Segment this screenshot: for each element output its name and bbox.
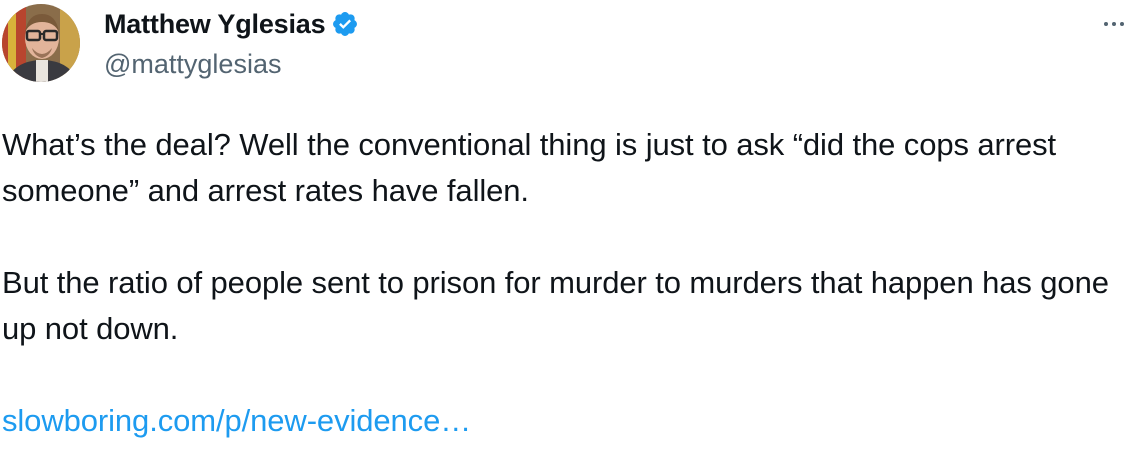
- link-paragraph: slowboring.com/p/new-evidence…: [2, 398, 1132, 444]
- avatar[interactable]: [2, 4, 80, 82]
- author-block: Matthew Yglesias @mattyglesias: [104, 6, 359, 80]
- tweet-card: Matthew Yglesias @mattyglesias What’s th…: [0, 0, 1144, 464]
- name-row: Matthew Yglesias: [104, 6, 359, 42]
- avatar-image: [2, 4, 80, 82]
- tweet-text: What’s the deal? Well the conventional t…: [2, 122, 1132, 444]
- dot: [1104, 22, 1108, 26]
- verified-badge-icon: [331, 10, 359, 38]
- dot: [1112, 22, 1116, 26]
- tweet-link[interactable]: slowboring.com/p/new-evidence…: [2, 403, 471, 438]
- tweet-paragraph: But the ratio of people sent to prison f…: [2, 265, 1109, 346]
- handle[interactable]: @mattyglesias: [104, 49, 359, 80]
- more-options-icon[interactable]: [1098, 12, 1130, 36]
- dot: [1120, 22, 1124, 26]
- display-name[interactable]: Matthew Yglesias: [104, 9, 326, 40]
- tweet-paragraph: What’s the deal? Well the conventional t…: [2, 127, 1057, 208]
